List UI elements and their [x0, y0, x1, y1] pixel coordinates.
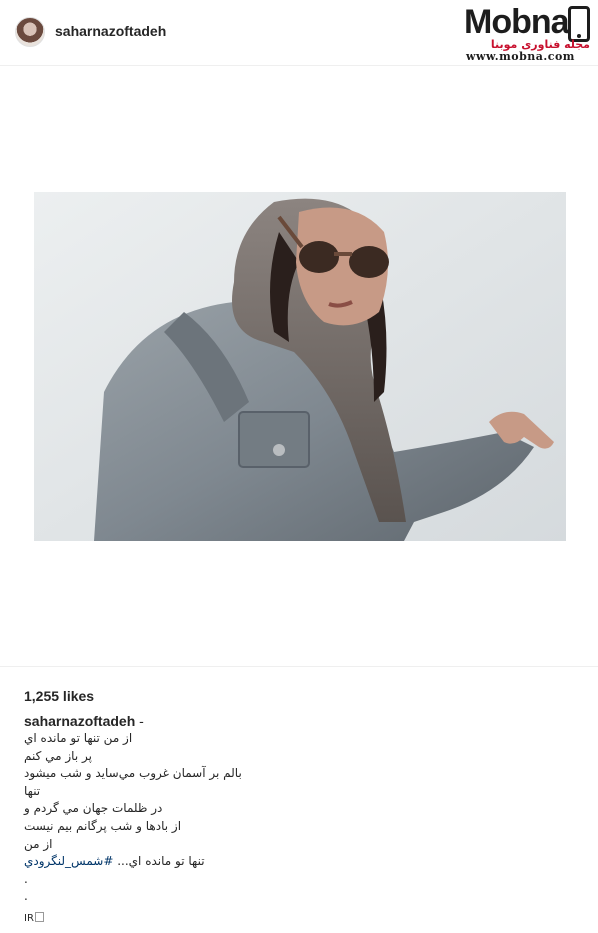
caption-dash: -: [139, 713, 144, 729]
hashtag-link[interactable]: #شمس_لنگرودي: [24, 854, 113, 868]
photo-illustration: [34, 192, 566, 541]
header-username[interactable]: saharnazoftadeh: [55, 23, 166, 39]
caption-suffix: IR: [24, 912, 44, 924]
phone-icon: [568, 6, 590, 42]
caption-username-link[interactable]: saharnazoftadeh: [24, 713, 135, 729]
post-header: saharnazoftadeh Mobna مجله فناوری موبنا …: [0, 0, 598, 66]
caption-text: از من تنها تو مانده اي پر باز مي كنم بال…: [24, 730, 324, 906]
caption-username: saharnazoftadeh -: [24, 713, 144, 729]
caption-line: از بادها و شب پرگانم بيم نيست: [24, 818, 182, 833]
logo-url: www.mobna.com: [466, 50, 575, 63]
likes-count[interactable]: 1,255 likes: [24, 688, 94, 704]
avatar[interactable]: [15, 17, 45, 47]
caption-line: .: [24, 889, 28, 904]
caption-line-with-hashtag: تنها تو مانده اي... #شمس_لنگرودي: [24, 854, 205, 869]
post-footer: 1,255 likes saharnazoftadeh - از من تنها…: [0, 666, 598, 933]
caption-line: .: [24, 871, 28, 886]
caption-line: از من: [24, 836, 53, 851]
caption-line: از من تنها تو مانده اي: [24, 731, 133, 745]
mobna-watermark-logo: Mobna مجله فناوری موبنا www.mobna.com: [462, 2, 598, 64]
caption-line: پر باز مي كنم: [24, 748, 92, 763]
logo-wordmark: Mobna: [464, 3, 570, 41]
post-photo[interactable]: [34, 192, 566, 541]
caption-line: در ظلمات جهان مي گردم و: [24, 801, 163, 816]
flag-glyph-icon: [34, 912, 44, 922]
caption-line: بالم بر آسمان غروب مي‌سايد و شب ميشود: [24, 766, 242, 781]
post-media-area: [0, 66, 598, 666]
caption-line: تنها: [24, 783, 41, 798]
